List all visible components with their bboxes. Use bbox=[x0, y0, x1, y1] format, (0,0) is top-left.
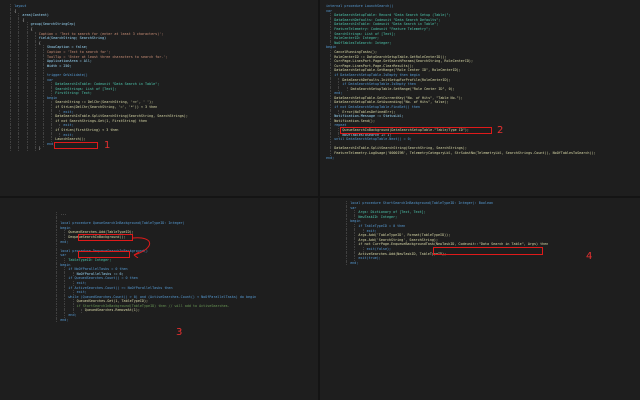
code-block: local procedure StartSearchInBackground(… bbox=[342, 201, 548, 266]
indent-guide bbox=[26, 146, 28, 152]
indent-guide bbox=[59, 132, 61, 138]
indent-guide bbox=[354, 214, 356, 220]
code-panel-top-right[interactable]: internal procedure LaunchSearch() var Data… bbox=[320, 0, 640, 196]
indent-guide bbox=[10, 146, 12, 152]
code-panel-bottom-left[interactable]: ... local procedure QueueSearchInBackgrou… bbox=[0, 198, 318, 400]
indent-guide bbox=[56, 317, 58, 323]
code-line: end; bbox=[60, 317, 69, 322]
indent-guide bbox=[34, 146, 36, 152]
indent-guide bbox=[51, 137, 53, 142]
indent-guide bbox=[362, 228, 364, 234]
highlight-box-2 bbox=[340, 127, 492, 134]
code-block: internal procedure LaunchSearch() var Data… bbox=[326, 4, 595, 160]
code-block: layout{area(Content){group(SearchStringG… bbox=[6, 4, 188, 152]
indent-guide bbox=[64, 235, 66, 240]
indent-guide bbox=[338, 109, 340, 115]
indent-guide bbox=[362, 247, 364, 252]
code-line: if StartSearchInBackground(TableTypeID) … bbox=[76, 303, 230, 308]
indent-guide bbox=[18, 146, 20, 152]
indent-guide bbox=[72, 281, 74, 286]
code-block: ... local procedure QueueSearchInBackgrou… bbox=[52, 212, 256, 323]
code-panel-top-left[interactable]: layout{area(Content){group(SearchStringG… bbox=[0, 0, 318, 196]
indent-guide bbox=[42, 142, 44, 147]
indent-guide bbox=[64, 258, 66, 263]
annotation-number-2: 2 bbox=[497, 125, 504, 136]
code-line: end; bbox=[350, 260, 359, 265]
annotation-number-1: 1 bbox=[104, 140, 111, 151]
annotation-arrow bbox=[132, 237, 151, 258]
indent-guide bbox=[72, 290, 74, 295]
indent-guide bbox=[59, 123, 61, 129]
code-line: FeatureTelemetry.LogUsage('0000I9B', Tel… bbox=[334, 151, 596, 155]
code-panel-bottom-right[interactable]: local procedure StartSearchInBackground(… bbox=[320, 198, 640, 400]
annotation-number-3: 3 bbox=[176, 327, 183, 338]
indent-guide bbox=[338, 86, 340, 92]
indent-guide bbox=[330, 40, 332, 46]
indent-guide bbox=[59, 109, 61, 115]
indent-guide bbox=[346, 260, 348, 266]
indent-guide bbox=[64, 313, 66, 318]
indent-guide bbox=[72, 308, 74, 314]
indent-guide bbox=[72, 271, 74, 277]
code-line: end; bbox=[326, 155, 335, 160]
highlight-box-4 bbox=[433, 247, 543, 255]
highlight-box-1 bbox=[54, 142, 98, 149]
indent-guide bbox=[346, 86, 348, 92]
annotation-number-4: 4 bbox=[586, 251, 593, 262]
indent-guide bbox=[51, 91, 53, 96]
indent-guide bbox=[330, 151, 332, 156]
indent-guide bbox=[354, 256, 356, 261]
indent-guide bbox=[80, 308, 82, 314]
